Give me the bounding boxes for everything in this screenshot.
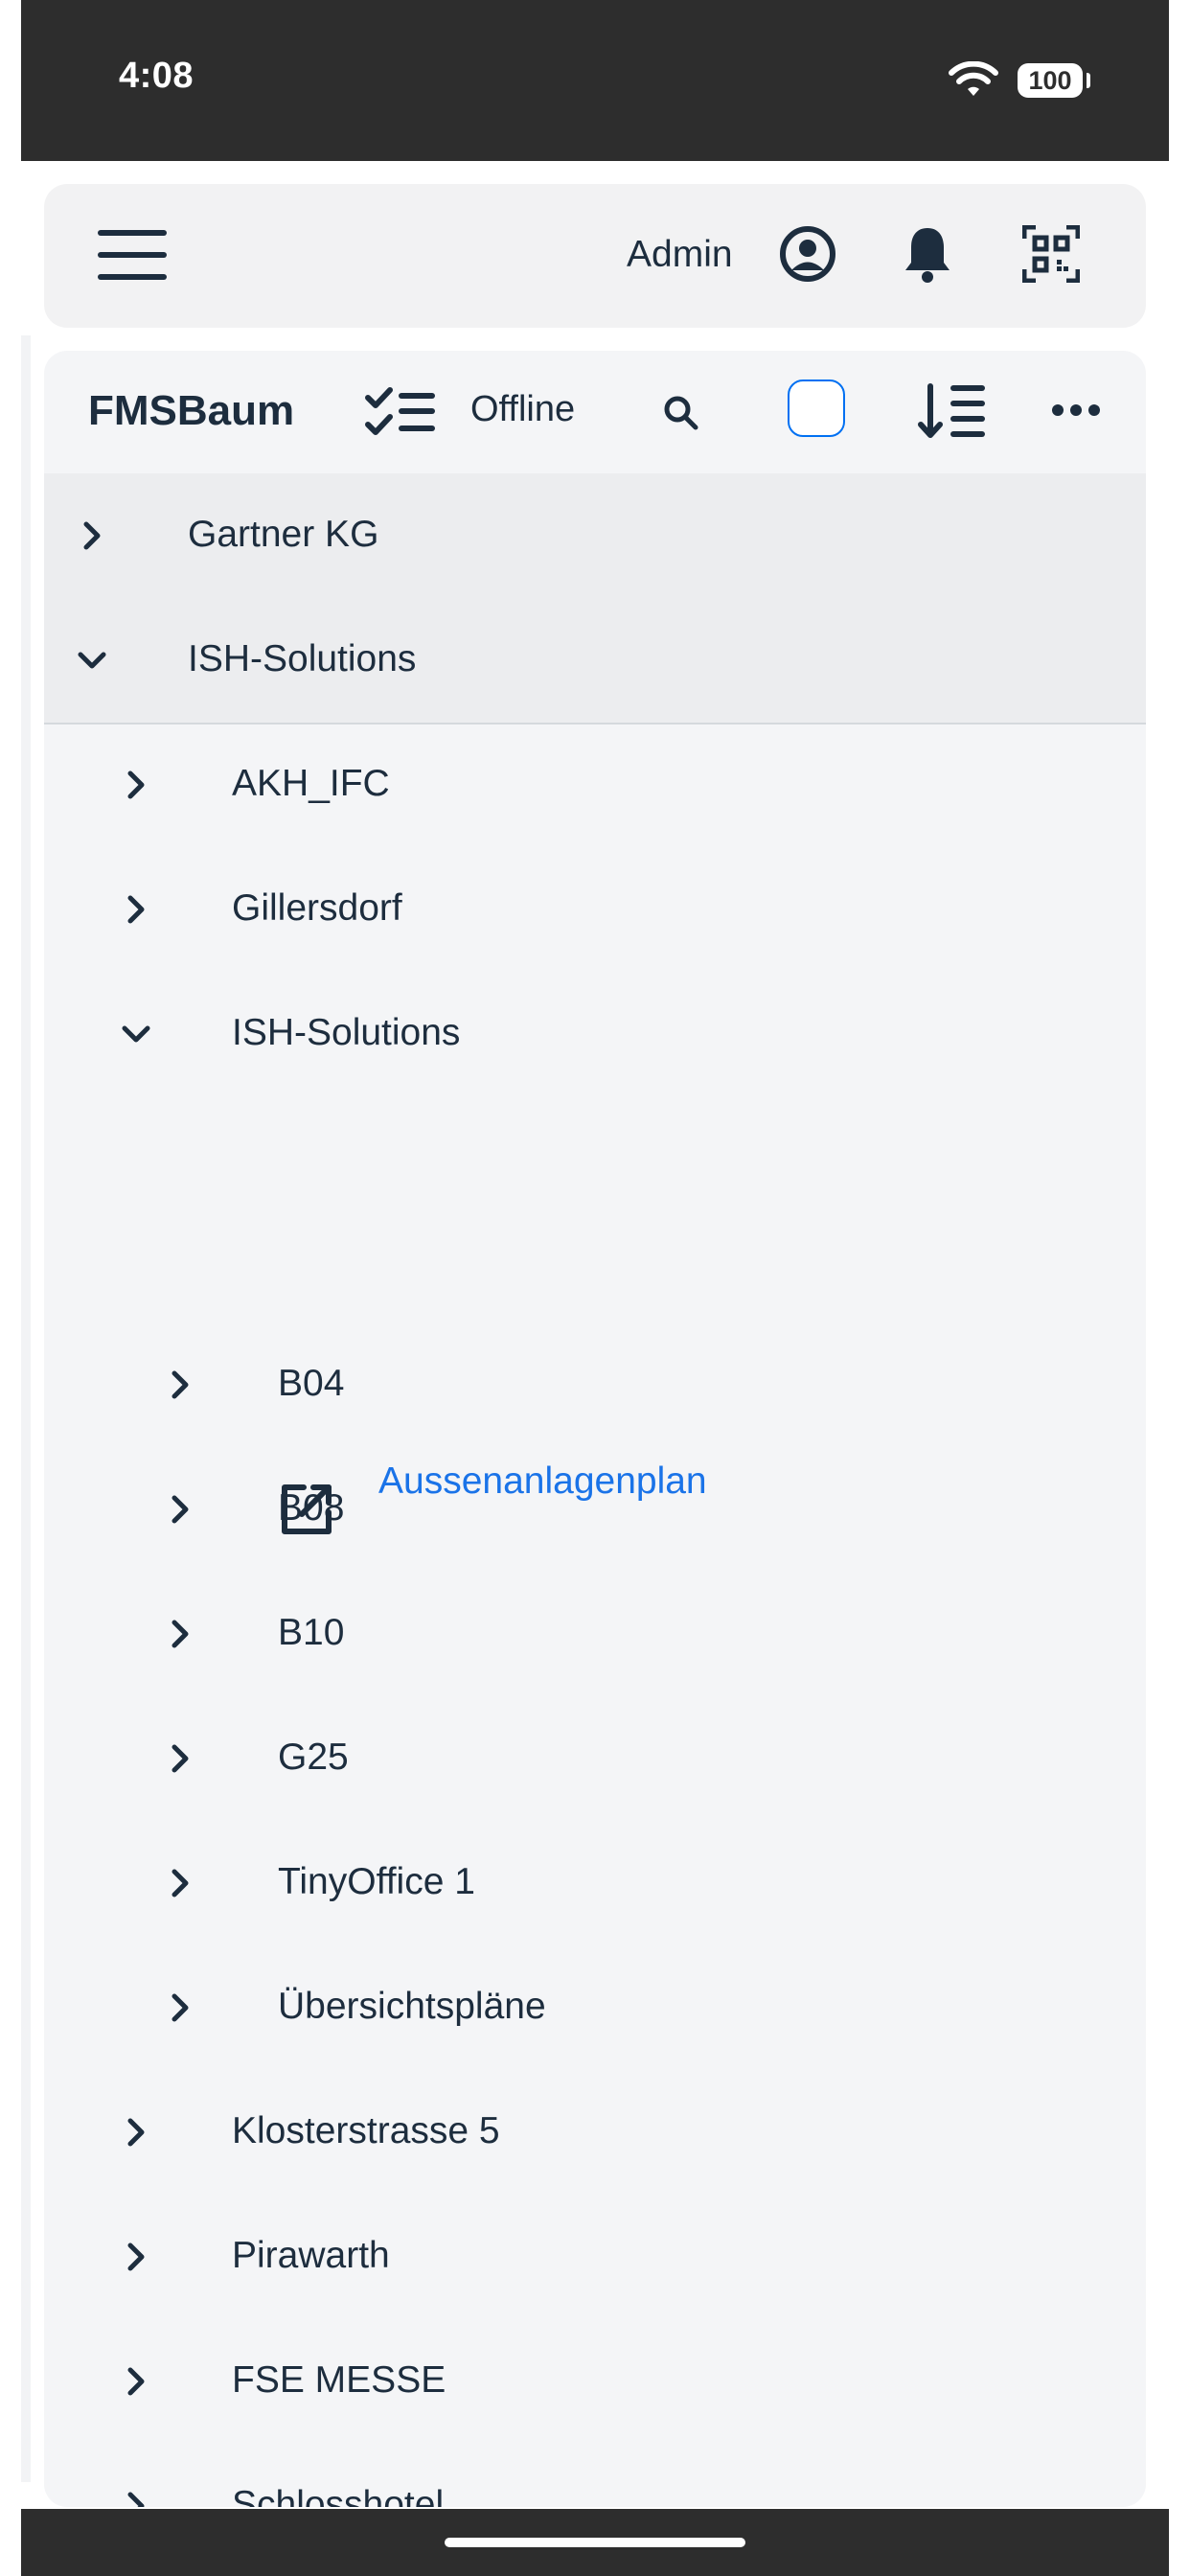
chevron-right-icon[interactable]	[117, 2362, 155, 2401]
chevron-right-icon[interactable]	[117, 766, 155, 804]
tree-row[interactable]: FSE MESSE	[44, 2319, 1146, 2444]
tree-row[interactable]: AKH_IFC	[44, 723, 1146, 847]
tree-row[interactable]: ISH-Solutions	[44, 598, 1146, 724]
status-bar: 4:08 100	[21, 0, 1169, 161]
battery-tip	[1087, 73, 1090, 88]
external-link-icon[interactable]	[279, 1482, 334, 1542]
home-indicator[interactable]	[445, 2538, 745, 2547]
tree-row[interactable]: Pirawarth	[44, 2195, 1146, 2319]
tree-row[interactable]: Gillersdorf	[44, 847, 1146, 972]
tree-row[interactable]: Gartner KG	[44, 473, 1146, 600]
chevron-right-icon[interactable]	[117, 2113, 155, 2151]
hamburger-icon[interactable]	[96, 226, 169, 284]
more-icon[interactable]	[1050, 399, 1102, 422]
chevron-down-icon[interactable]	[73, 641, 111, 679]
chevron-down-icon[interactable]	[117, 1015, 155, 1053]
tree-row-label: Übersichtspläne	[278, 1986, 546, 2027]
chevron-right-icon[interactable]	[161, 1989, 199, 2027]
tree-row-label: ISH-Solutions	[188, 638, 417, 679]
select-all-checkbox[interactable]	[788, 380, 845, 437]
wifi-icon	[949, 61, 998, 96]
aussenanlagenplan-link[interactable]: Aussenanlagenplan	[378, 1460, 707, 1503]
tree-row-label: AKH_IFC	[232, 763, 390, 804]
tree-row-label: Schlosshotel	[232, 2484, 445, 2507]
tree-row-label: Klosterstrasse 5	[232, 2110, 500, 2151]
tree-row[interactable]: G25	[44, 1696, 1146, 1821]
bell-icon[interactable]	[901, 222, 954, 286]
chevron-right-icon[interactable]	[73, 517, 111, 555]
tree-row-label: G25	[278, 1736, 349, 1778]
tree-row[interactable]: Übersichtspläne	[44, 1945, 1146, 2070]
tree-toolbar: FMSBaum Offline	[44, 351, 1146, 475]
chevron-right-icon[interactable]	[117, 890, 155, 929]
checklist-icon[interactable]	[364, 385, 437, 439]
tree-row-label: Gartner KG	[188, 514, 379, 555]
tree-row[interactable]: B04	[44, 1322, 1146, 1447]
chevron-right-icon[interactable]	[161, 1864, 199, 1902]
tree-row-label: Pirawarth	[232, 2235, 390, 2276]
chevron-right-icon[interactable]	[161, 1490, 199, 1529]
tree-row-label: FSE MESSE	[232, 2359, 446, 2401]
tree-row-label: B10	[278, 1612, 345, 1653]
tree-row[interactable]: ISH-Solutions	[44, 972, 1146, 1096]
chevron-right-icon[interactable]	[161, 1366, 199, 1404]
tree-row[interactable]: Schlosshotel	[44, 2444, 1146, 2507]
search-icon[interactable]	[661, 393, 701, 433]
shell-bar	[44, 184, 1146, 328]
sort-icon[interactable]	[916, 381, 987, 441]
tree-row-label: ISH-Solutions	[232, 1012, 461, 1053]
chevron-right-icon[interactable]	[161, 1615, 199, 1653]
chevron-right-icon[interactable]	[117, 2487, 155, 2507]
tree-row[interactable]: TinyOffice 1	[44, 1821, 1146, 1945]
tree-row[interactable]: B10	[44, 1572, 1146, 1696]
tree-panel: FMSBaum Offline Gartner KG ISH-Solutions A…	[44, 351, 1146, 2507]
tree-row[interactable]: Klosterstrasse 5	[44, 2070, 1146, 2195]
qr-code-icon[interactable]	[1021, 224, 1081, 284]
tree-row-label: B04	[278, 1363, 345, 1404]
chevron-right-icon[interactable]	[161, 1739, 199, 1778]
offline-label[interactable]: Offline	[470, 389, 575, 430]
chevron-right-icon[interactable]	[117, 2238, 155, 2276]
user-circle-icon[interactable]	[778, 224, 837, 284]
toolbar-title: FMSBaum	[88, 387, 295, 434]
battery-indicator: 100	[1018, 63, 1083, 98]
status-time: 4:08	[119, 56, 195, 96]
tree-row-label: TinyOffice 1	[278, 1861, 475, 1902]
tree-row-label: Gillersdorf	[232, 887, 402, 929]
user-name[interactable]: Admin	[627, 234, 733, 276]
left-edge-divider	[21, 335, 31, 2482]
